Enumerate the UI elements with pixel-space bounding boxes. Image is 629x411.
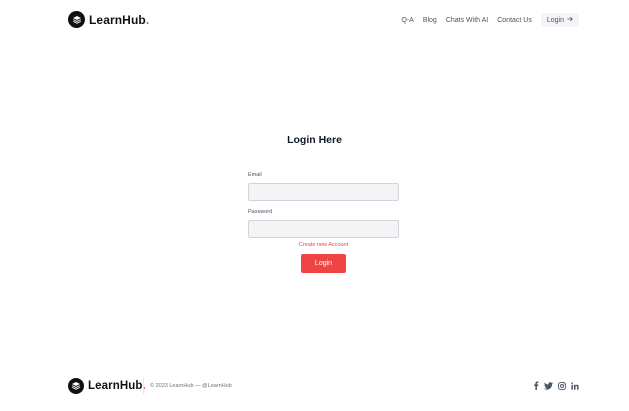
email-field[interactable] [248,183,399,201]
main-nav: Q-A Blog Chats With AI Contact Us Login [392,13,579,27]
login-title: Login Here [287,134,342,146]
footer-divider [143,378,144,394]
nav-link-chats-with-ai[interactable]: Chats With AI [446,17,488,24]
header: LearnHub. Q-A Blog Chats With AI Contact… [0,0,629,40]
instagram-icon[interactable] [557,381,566,390]
login-submit-button[interactable]: Login [301,254,346,273]
password-group: Password [248,209,399,238]
footer: LearnHub. © 2023 LearnHub — @LearnHub [0,372,629,402]
stack-layers-icon [68,378,84,394]
nav-link-qa[interactable]: Q-A [401,17,413,24]
password-label: Password [248,209,273,215]
linkedin-icon[interactable] [570,381,579,390]
page: LearnHub. Q-A Blog Chats With AI Contact… [0,0,629,411]
email-label: Email [248,172,262,178]
arrow-right-icon [567,16,573,24]
facebook-icon[interactable] [531,381,540,390]
twitter-icon[interactable] [544,381,553,390]
stack-layers-icon [68,11,85,28]
header-login-button[interactable]: Login [540,13,579,27]
brand-logo[interactable]: LearnHub. [68,11,149,28]
nav-link-blog[interactable]: Blog [423,17,437,24]
nav-link-contact-us[interactable]: Contact Us [497,17,532,24]
header-login-label: Login [546,16,564,24]
social-links [527,381,579,390]
copyright-text: © 2023 LearnHub — @LearnHub [150,383,232,389]
footer-brand-name: LearnHub. [88,380,146,392]
footer-brand-logo[interactable]: LearnHub. [68,378,146,394]
email-group: Email [248,172,399,201]
brand-name: LearnHub. [89,12,150,27]
create-account-link[interactable]: Create new Account [248,242,399,248]
password-field[interactable] [248,220,399,238]
